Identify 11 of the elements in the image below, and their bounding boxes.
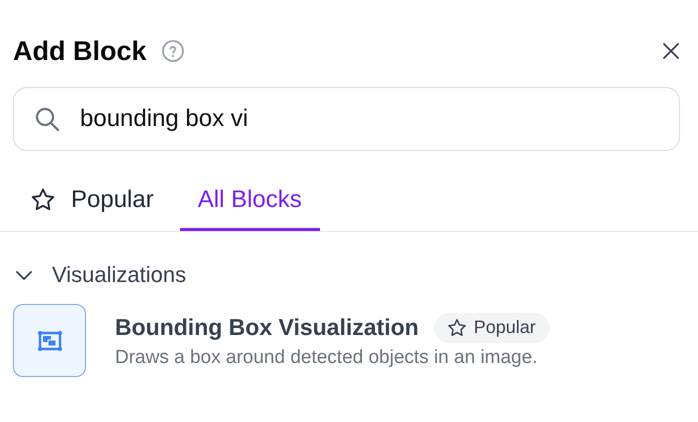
block-icon — [13, 304, 86, 377]
popular-badge: Popular — [434, 312, 550, 342]
block-description: Draws a box around detected objects in an image. — [115, 346, 538, 368]
block-name: Bounding Box Visualization — [115, 314, 419, 341]
dialog-title: Add Block — [13, 36, 147, 66]
help-icon — [160, 39, 185, 63]
search-field[interactable]: bounding box vi — [13, 87, 680, 151]
tab[interactable]: Popular — [17, 171, 166, 231]
close-button[interactable] — [661, 41, 681, 61]
tab[interactable]: All Blocks — [180, 171, 320, 231]
section-header[interactable]: Visualizations — [13, 260, 186, 290]
